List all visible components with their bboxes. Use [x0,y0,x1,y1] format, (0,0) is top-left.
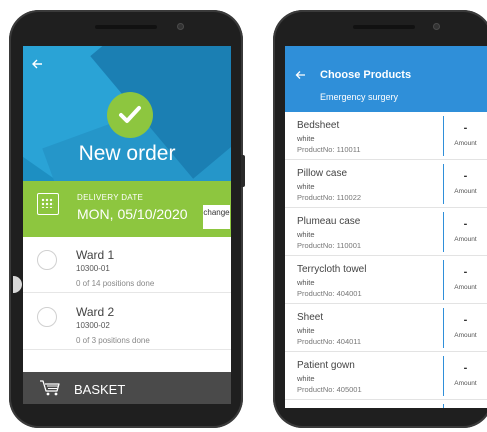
ward-name: Ward 1 [76,248,115,262]
product-number: ProductNo: 404011 [297,337,362,346]
arrow-left-icon[interactable] [31,58,45,72]
speaker-grille [353,25,415,29]
product-row[interactable]: Patient gown white ProductNo: 405001 - A… [285,352,487,400]
product-number: ProductNo: 110011 [297,145,361,154]
front-camera [433,23,440,30]
page-title: New order [78,142,176,165]
product-name: Plumeau case [297,216,361,227]
check-icon [107,92,153,138]
delivery-date-bar: DELIVERY DATE MON, 05/10/2020 change [23,181,231,237]
ward-radio[interactable] [37,307,57,327]
new-order-screen: New order DELIVERY DATE MON, 05/10/2020 … [23,46,231,404]
change-date-button[interactable]: change [203,205,230,229]
screen-subtitle: Emergency surgery [320,92,399,102]
ward-name: Ward 2 [76,305,115,319]
ward-code: 10300-01 [76,264,110,273]
delivery-date-value: MON, 05/10/2020 [77,206,188,222]
basket-button[interactable]: BASKET [23,372,231,404]
amount-value[interactable]: - [444,314,487,326]
product-name: Patient gown [297,360,355,371]
choose-products-screen: Choose Products Emergency surgery Bedshe… [285,46,487,408]
speaker-grille [95,25,157,29]
amount-value[interactable]: - [444,218,487,230]
screen-title: Choose Products [320,69,412,81]
amount-value[interactable]: - [444,266,487,278]
product-name: Bedsheet [297,120,340,131]
amount-label: Amount [454,236,477,243]
ward-list-item[interactable]: Ward 2 10300-02 0 of 3 positions done [23,294,231,350]
amount-label: Amount [454,332,477,339]
product-color: white [297,326,315,335]
amount-label: Amount [454,380,477,387]
ward-progress: 0 of 3 positions done [76,336,150,345]
amount-value[interactable]: - [444,362,487,374]
ward-radio[interactable] [37,250,57,270]
product-number: ProductNo: 405001 [297,385,362,394]
phone-side-button [241,155,245,187]
amount-label: Amount [454,140,477,147]
product-row[interactable]: Pillow case white ProductNo: 110022 - Am… [285,160,487,208]
product-row[interactable]: Terrycloth towel white ProductNo: 404001… [285,256,487,304]
product-color: white [297,230,315,239]
product-row[interactable]: Plumeau case white ProductNo: 110001 - A… [285,208,487,256]
amount-divider [443,404,444,408]
front-camera [177,23,184,30]
amount-value[interactable]: - [444,122,487,134]
amount-value[interactable]: - [444,170,487,182]
basket-label: BASKET [74,382,126,397]
ward-list-item[interactable]: Ward 1 10300-01 0 of 14 positions done [23,237,231,293]
cart-icon [40,380,60,396]
stage: New order DELIVERY DATE MON, 05/10/2020 … [0,0,487,432]
product-name: Sheet [297,312,324,323]
ward-code: 10300-02 [76,321,110,330]
hero-banner: New order [23,46,231,181]
app-bar: Choose Products Emergency surgery [285,46,487,112]
product-number: ProductNo: 110022 [297,193,362,202]
product-row[interactable]: Bedsheet white ProductNo: 110011 - Amoun… [285,112,487,160]
arrow-left-icon[interactable] [295,68,306,83]
delivery-date-label: DELIVERY DATE [77,193,144,202]
product-name: Terrycloth towel [297,264,367,275]
product-color: white [297,278,315,287]
product-color: white [297,374,315,383]
amount-label: Amount [454,284,477,291]
ward-progress: 0 of 14 positions done [76,279,155,288]
product-number: ProductNo: 110001 [297,241,362,250]
calendar-icon [37,193,59,215]
product-name: Pillow case [297,168,348,179]
product-color: white [297,134,315,143]
product-number: ProductNo: 404001 [297,289,362,298]
amount-label: Amount [454,188,477,195]
product-color: white [297,182,315,191]
product-row[interactable] [285,400,487,408]
product-row[interactable]: Sheet white ProductNo: 404011 - Amount [285,304,487,352]
